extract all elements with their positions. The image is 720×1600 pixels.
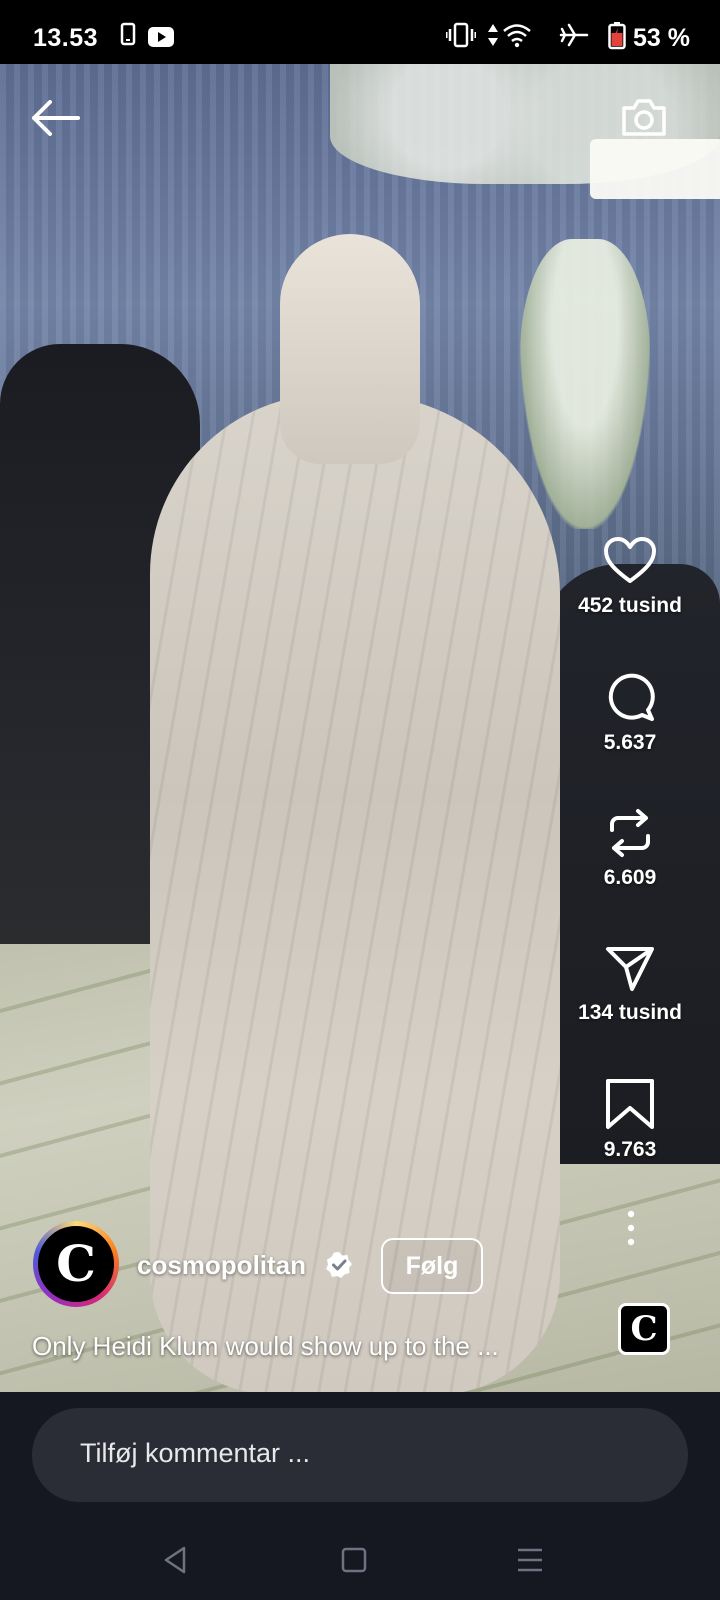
paper-plane-icon bbox=[606, 947, 654, 991]
nav-home-button[interactable] bbox=[341, 1545, 367, 1580]
like-action[interactable]: 452 tusind bbox=[560, 536, 700, 618]
arrow-left-icon bbox=[32, 100, 80, 136]
youtube-icon bbox=[148, 27, 174, 52]
avatar-logo-letter: C bbox=[56, 1234, 96, 1293]
share-count: 134 tusind bbox=[578, 1001, 682, 1024]
status-bar: 13.53 53 % bbox=[0, 0, 720, 64]
vibrate-icon bbox=[445, 22, 477, 53]
follow-button[interactable]: Følg bbox=[381, 1238, 483, 1294]
comment-bubble-icon bbox=[608, 673, 655, 721]
wifi-icon bbox=[502, 22, 532, 53]
share-action[interactable]: 134 tusind bbox=[560, 943, 700, 1025]
like-count: 452 tusind bbox=[578, 594, 682, 617]
save-action[interactable]: 9.763 bbox=[560, 1078, 700, 1162]
data-arrows-icon bbox=[487, 22, 499, 53]
bookmark-icon bbox=[606, 1079, 654, 1129]
comment-placeholder: Tilføj kommentar ... bbox=[80, 1438, 311, 1468]
username[interactable]: cosmopolitan bbox=[137, 1250, 306, 1281]
status-time: 13.53 bbox=[33, 24, 99, 52]
nav-back-button[interactable] bbox=[162, 1545, 188, 1580]
heart-icon bbox=[604, 537, 656, 583]
more-options-button[interactable] bbox=[620, 1208, 642, 1248]
flower-cluster bbox=[520, 239, 650, 529]
repost-count: 6.609 bbox=[603, 866, 657, 889]
statue-costume-head bbox=[280, 234, 420, 464]
menu-lines-icon bbox=[518, 1548, 542, 1572]
comment-action[interactable]: 5.637 bbox=[560, 673, 700, 755]
nav-menu-button[interactable] bbox=[516, 1545, 544, 1580]
save-count: 9.763 bbox=[603, 1138, 657, 1161]
back-button[interactable] bbox=[30, 96, 82, 140]
repost-action[interactable]: 6.609 bbox=[560, 808, 700, 890]
camera-button[interactable] bbox=[620, 96, 668, 140]
post-caption[interactable]: Only Heidi Klum would show up to the ... bbox=[32, 1331, 499, 1362]
comment-input[interactable]: Tilføj kommentar ... bbox=[32, 1408, 688, 1502]
home-square-icon bbox=[341, 1547, 367, 1573]
battery-icon bbox=[608, 22, 626, 55]
verified-badge-icon bbox=[325, 1251, 353, 1279]
camera-icon bbox=[622, 99, 666, 136]
repost-icon bbox=[610, 809, 650, 857]
audio-logo-letter: C bbox=[630, 1309, 658, 1349]
back-triangle-icon bbox=[164, 1546, 186, 1574]
stage-light bbox=[590, 139, 720, 199]
airplane-icon bbox=[559, 22, 589, 53]
avatar[interactable]: C bbox=[33, 1221, 119, 1307]
battery-percent: 53 % bbox=[633, 24, 690, 52]
more-vertical-icon bbox=[627, 1210, 635, 1246]
phone-icon bbox=[120, 22, 136, 51]
avatar-inner: C bbox=[38, 1226, 114, 1302]
statue-costume-folds bbox=[150, 394, 560, 1392]
comment-count: 5.637 bbox=[603, 731, 657, 754]
audio-thumbnail[interactable]: C bbox=[618, 1303, 670, 1355]
